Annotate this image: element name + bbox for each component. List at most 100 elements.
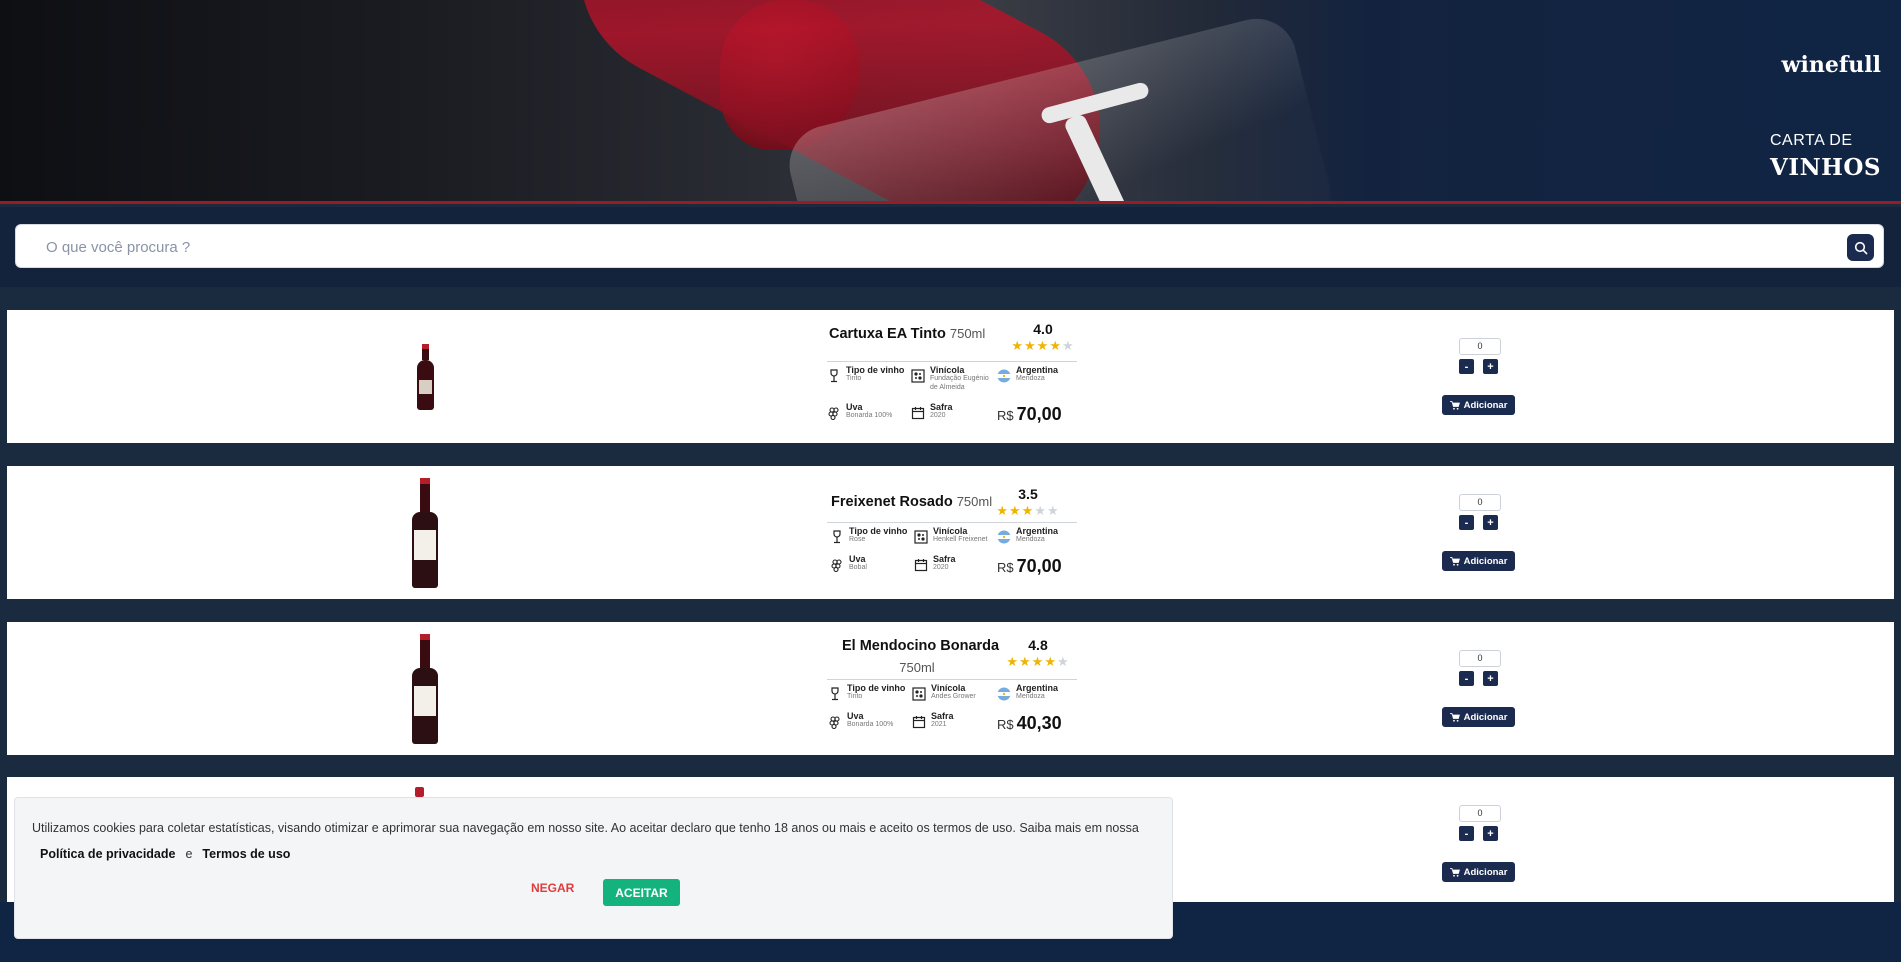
attr-label: Tipo de vinho xyxy=(849,526,908,536)
star-icon: ★ xyxy=(1044,654,1057,669)
product-rating: 4.0 ★★★★★ xyxy=(1007,321,1079,354)
product-volume: 750ml xyxy=(899,660,935,675)
product-name[interactable]: Freixenet Rosado 750ml xyxy=(831,494,992,510)
add-to-cart-button[interactable]: Adicionar xyxy=(1442,862,1515,882)
attr-value: Tinto xyxy=(846,375,862,382)
argentina-flag-icon xyxy=(997,530,1011,544)
attr-country: Argentina xyxy=(1016,683,1059,693)
bottle-body xyxy=(416,359,434,410)
product-name[interactable]: El Mendocino Bonarda 750ml xyxy=(842,638,1000,675)
attr-country: Argentina xyxy=(1016,526,1059,536)
attr-country: Argentina xyxy=(1016,365,1059,375)
attr-region: Mendoza xyxy=(1016,375,1045,382)
attr-value: Rose xyxy=(849,536,866,543)
bottle-body xyxy=(412,667,438,744)
brand-logo[interactable]: winefull xyxy=(1782,52,1881,78)
attr-label: Safra xyxy=(930,402,953,412)
quantity-input[interactable]: 0 xyxy=(1459,650,1501,667)
attr-tipo: Tipo de vinho Rose xyxy=(830,526,907,545)
product-image[interactable] xyxy=(397,630,453,747)
wine-glass-icon xyxy=(833,530,841,544)
price-value: 70,00 xyxy=(1016,556,1062,576)
increase-quantity-button[interactable]: + xyxy=(1483,826,1498,841)
product-price: R$ 70,00 xyxy=(997,404,1062,425)
attr-value: Bobal xyxy=(849,564,867,571)
product-rating: 3.5 ★★★★★ xyxy=(992,486,1064,519)
star-icon: ★ xyxy=(1046,503,1060,518)
page-title-line2: VINHOS xyxy=(1769,154,1881,181)
decrease-quantity-button[interactable]: - xyxy=(1459,515,1474,530)
product-card: Freixenet Rosado 750ml 3.5 ★★★★★ Tipo de… xyxy=(7,466,1894,599)
search-button[interactable] xyxy=(1847,234,1874,261)
grapes-icon xyxy=(831,559,842,572)
rating-stars: ★★★★★ xyxy=(1007,338,1079,354)
terms-of-use-link[interactable]: Termos de uso xyxy=(202,847,290,861)
cookie-consent-banner: Utilizamos cookies para coletar estatíst… xyxy=(14,797,1173,939)
divider xyxy=(827,361,1077,362)
wine-glass-icon xyxy=(830,369,838,383)
attr-value: Andes Grower xyxy=(931,693,976,700)
wine-bottle-image[interactable] xyxy=(415,787,424,797)
product-image[interactable] xyxy=(397,318,453,435)
rating-value: 3.5 xyxy=(1018,486,1038,502)
price-value: 40,30 xyxy=(1016,713,1062,733)
currency-symbol: R$ xyxy=(997,717,1014,732)
argentina-flag-icon xyxy=(997,687,1011,701)
bottle-label xyxy=(418,379,432,394)
quantity-input[interactable]: 0 xyxy=(1459,805,1501,822)
search-input[interactable] xyxy=(46,225,1826,269)
attr-pais: Argentina Mendoza xyxy=(997,365,1058,384)
quantity-input[interactable]: 0 xyxy=(1459,494,1501,511)
grapes-icon xyxy=(828,407,839,420)
product-card: El Mendocino Bonarda 750ml 4.8 ★★★★★ Tip… xyxy=(7,622,1894,755)
increase-quantity-button[interactable]: + xyxy=(1483,359,1498,374)
add-to-cart-button[interactable]: Adicionar xyxy=(1442,551,1515,571)
add-button-label: Adicionar xyxy=(1463,866,1508,878)
attr-safra: Safra 2020 xyxy=(914,554,956,573)
attr-value: Fundação Eugénio de Almeida xyxy=(930,375,989,391)
product-image[interactable] xyxy=(397,474,453,591)
attr-label: Safra xyxy=(933,554,956,564)
page-title-line1: CARTA DE xyxy=(1769,132,1853,149)
add-button-label: Adicionar xyxy=(1463,399,1508,411)
currency-symbol: R$ xyxy=(997,560,1014,575)
deny-cookies-button[interactable]: NEGAR xyxy=(531,881,574,895)
quantity-input[interactable]: 0 xyxy=(1459,338,1501,355)
divider xyxy=(827,679,1077,680)
decrease-quantity-button[interactable]: - xyxy=(1459,826,1474,841)
star-icon: ★ xyxy=(1049,338,1062,353)
accept-cookies-button[interactable]: ACEITAR xyxy=(603,879,680,906)
attr-safra: Safra 2021 xyxy=(912,711,954,730)
search-box xyxy=(15,224,1884,269)
add-to-cart-button[interactable]: Adicionar xyxy=(1442,395,1515,415)
star-icon: ★ xyxy=(1006,654,1020,669)
rating-stars: ★★★★★ xyxy=(1002,654,1074,670)
cookie-conjunction: e xyxy=(185,847,193,861)
wine-bottle-image xyxy=(416,343,434,410)
grapes-icon xyxy=(829,716,840,729)
price-value: 70,00 xyxy=(1016,404,1062,424)
product-card: Cartuxa EA Tinto 750ml 4.0 ★★★★★ Tipo de… xyxy=(7,310,1894,443)
product-name-text: El Mendocino Bonarda xyxy=(842,638,1000,654)
product-name[interactable]: Cartuxa EA Tinto 750ml xyxy=(829,326,985,342)
attr-region: Mendoza xyxy=(1016,693,1045,700)
attr-vinicola: Vinícola Henkell Freixenet xyxy=(914,526,987,545)
attr-value: Tinto xyxy=(847,693,863,700)
attr-label: Uva xyxy=(846,402,863,412)
decrease-quantity-button[interactable]: - xyxy=(1459,671,1474,686)
star-icon: ★ xyxy=(1056,654,1070,669)
winery-icon xyxy=(914,530,928,544)
star-icon: ★ xyxy=(1021,503,1035,518)
increase-quantity-button[interactable]: + xyxy=(1483,671,1498,686)
decrease-quantity-button[interactable]: - xyxy=(1459,359,1474,374)
product-price: R$ 40,30 xyxy=(997,713,1062,734)
increase-quantity-button[interactable]: + xyxy=(1483,515,1498,530)
attr-label: Vinícola xyxy=(930,365,965,375)
product-rating: 4.8 ★★★★★ xyxy=(1002,637,1074,670)
attr-uva: Uva Bobal xyxy=(830,554,867,573)
rating-value: 4.8 xyxy=(1028,637,1048,653)
privacy-policy-link[interactable]: Política de privacidade xyxy=(40,847,175,861)
add-to-cart-button[interactable]: Adicionar xyxy=(1442,707,1515,727)
attr-pais: Argentina Mendoza xyxy=(997,526,1058,545)
wine-bottle-image xyxy=(412,477,438,588)
